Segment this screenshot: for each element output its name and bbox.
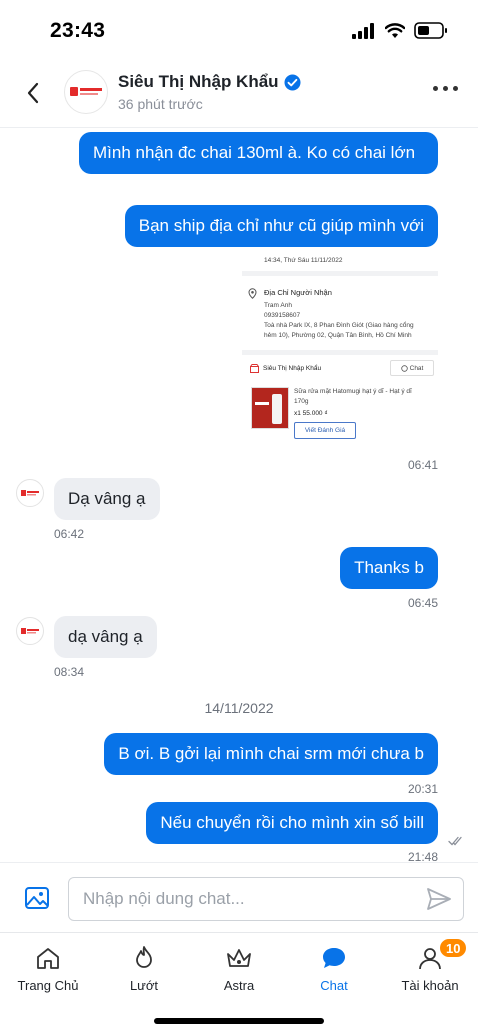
chevron-left-icon: [27, 82, 39, 104]
tab-label: Chat: [320, 978, 348, 993]
status-icons: [352, 22, 448, 39]
date-separator: 14/11/2022: [204, 700, 274, 716]
order-shop-name: Siêu Thị Nhập Khẩu: [263, 365, 322, 372]
address-line-2: hẻm 10), Phường 02, Quận Tân Bình, Hồ Ch…: [264, 332, 412, 339]
shop-logo-icon: [21, 490, 39, 496]
last-active-text: 36 phút trước: [118, 96, 203, 112]
chat-small-icon: [400, 364, 408, 372]
message-composer: [0, 862, 478, 932]
tab-chat[interactable]: Chat: [286, 933, 382, 999]
image-icon: [25, 887, 49, 909]
shop-avatar[interactable]: [64, 70, 108, 114]
shared-order-screenshot[interactable]: 14:34, Thứ Sáu 11/11/2022 Địa Chỉ Người …: [242, 252, 438, 452]
tab-luot[interactable]: Lướt: [96, 933, 192, 999]
address-title: Địa Chỉ Người Nhận: [264, 288, 332, 297]
home-indicator: [154, 1018, 324, 1024]
dot-icon: [443, 86, 448, 91]
product-name-line-1: Sữa rửa mặt Hatomugi hạt ý dĩ - Hạt ý dĩ: [294, 388, 412, 395]
location-pin-icon: [248, 288, 257, 299]
message-outgoing[interactable]: Bạn ship địa chỉ như cũ giúp mình với: [124, 205, 438, 247]
address-line-1: Toà nhà Park IX, 8 Phan Đình Giót (Giao …: [264, 322, 414, 329]
battery-icon: [414, 22, 447, 39]
wifi-icon: [385, 22, 405, 38]
tab-home[interactable]: Trang Chủ: [0, 933, 96, 999]
message-text: B ơi. B gởi lại mình chai srm mới chưa b: [118, 744, 424, 763]
message-text: dạ vâng ạ: [68, 627, 143, 646]
screenshot-divider: [242, 271, 438, 276]
more-options-button[interactable]: [433, 86, 458, 91]
shop-name-text: Siêu Thị Nhập Khẩu: [118, 72, 279, 91]
recipient-name: Tram Anh: [264, 302, 292, 309]
verified-badge-icon: [284, 74, 301, 90]
tab-account[interactable]: Tài khoản 10: [382, 933, 478, 999]
notification-badge: 10: [438, 937, 469, 959]
shop-name[interactable]: Siêu Thị Nhập Khẩu: [118, 72, 301, 92]
message-incoming[interactable]: dạ vâng ạ: [54, 616, 157, 658]
send-button[interactable]: [426, 887, 452, 911]
tab-label: Astra: [223, 978, 255, 993]
message-outgoing[interactable]: Mình nhận đc chai 130ml à. Ko có chai lớ…: [79, 132, 438, 174]
message-time: 06:42: [54, 527, 85, 541]
message-time: 21:48: [407, 850, 438, 862]
home-icon: [34, 945, 62, 971]
product-tube-image: [272, 394, 282, 424]
message-text: Bạn ship địa chỉ như cũ giúp mình với: [138, 216, 424, 235]
tab-astra[interactable]: Astra: [191, 933, 287, 999]
send-icon: [427, 888, 451, 910]
product-label-stripe: [255, 402, 269, 405]
screenshot-timestamp: 14:34, Thứ Sáu 11/11/2022: [264, 257, 343, 264]
message-time: 06:41: [407, 458, 438, 472]
message-text: Mình nhận đc chai 130ml à. Ko có chai lớ…: [93, 143, 416, 162]
tab-label: Lướt: [129, 978, 159, 993]
order-chat-button[interactable]: Chat: [390, 360, 434, 376]
sender-avatar[interactable]: [16, 617, 44, 645]
read-receipt-icon: [448, 836, 462, 846]
back-button[interactable]: [18, 78, 48, 108]
tab-label: Trang Chủ: [17, 978, 79, 993]
screenshot-divider: [242, 350, 438, 355]
message-input[interactable]: [68, 877, 464, 921]
message-list[interactable]: Mình nhận đc chai 130ml à. Ko có chai lớ…: [0, 128, 478, 862]
message-text: Dạ vâng ạ: [68, 489, 146, 508]
dot-icon: [433, 86, 438, 91]
signal-icon: [352, 22, 374, 39]
shop-icon: [250, 364, 259, 373]
chat-header: Siêu Thị Nhập Khẩu 36 phút trước: [0, 62, 478, 128]
recipient-phone: 0939158607: [264, 312, 301, 319]
attach-image-button[interactable]: [24, 885, 50, 911]
tab-label: Tài khoản: [401, 978, 459, 993]
status-bar: 23:43: [0, 0, 478, 62]
review-button[interactable]: Viết Đánh Giá: [294, 422, 356, 439]
message-time: 06:45: [407, 596, 438, 610]
shop-logo-icon: [21, 628, 39, 634]
product-quantity-price: x1 55.000 ₫: [294, 410, 328, 417]
message-text: Nếu chuyển rồi cho mình xin số bill: [160, 813, 424, 832]
product-name-line-2: 170g: [294, 398, 309, 405]
message-outgoing[interactable]: B ơi. B gởi lại mình chai srm mới chưa b: [104, 733, 438, 775]
product-thumbnail: [251, 387, 289, 429]
chat-bubble-icon: [320, 945, 348, 971]
message-outgoing[interactable]: Nếu chuyển rồi cho mình xin số bill: [146, 802, 438, 844]
order-chat-label: Chat: [409, 364, 424, 372]
message-text: Thanks b: [354, 558, 424, 577]
flame-icon: [130, 945, 158, 971]
sender-avatar[interactable]: [16, 479, 44, 507]
dot-icon: [453, 86, 458, 91]
message-incoming[interactable]: Dạ vâng ạ: [54, 478, 160, 520]
message-time: 08:34: [54, 665, 85, 679]
crown-icon: [225, 945, 253, 971]
message-outgoing[interactable]: Thanks b: [340, 547, 438, 589]
review-button-label: Viết Đánh Giá: [304, 427, 346, 434]
shop-logo-icon: [70, 87, 102, 96]
status-time: 23:43: [50, 19, 106, 42]
message-time: 20:31: [407, 782, 438, 796]
bottom-tab-bar: Trang Chủ Lướt Astra Chat Tài khoản 10: [0, 932, 478, 1034]
